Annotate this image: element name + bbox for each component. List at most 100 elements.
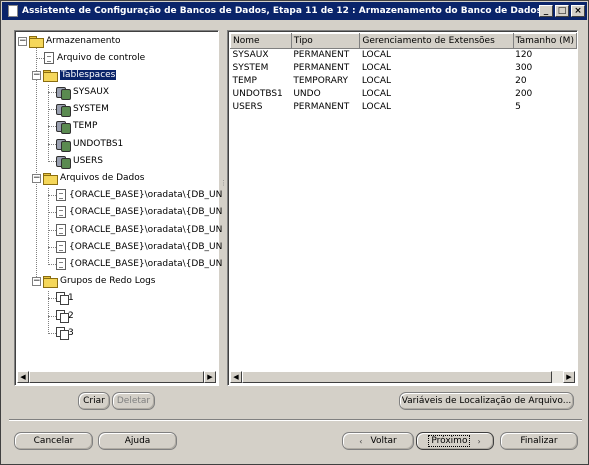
folder-icon — [43, 173, 58, 185]
footer-separator — [9, 419, 582, 421]
collapse-icon[interactable]: − — [32, 70, 41, 80]
cell-size: 120 — [515, 50, 533, 61]
tree-node-datafiles[interactable]: − Arquivos de Dados — [32, 171, 144, 185]
delete-button[interactable]: Deletar — [112, 392, 155, 410]
next-button[interactable]: Próximo › — [416, 432, 494, 450]
folder-icon — [43, 70, 58, 82]
tree-horizontal-scrollbar[interactable]: ◀ ▶ — [17, 371, 216, 383]
close-button[interactable]: × — [571, 5, 585, 17]
cell-extent-management: LOCAL — [361, 50, 392, 61]
tablespace-icon — [56, 138, 71, 152]
table-row[interactable]: USERS PERMANENT LOCAL 5 — [231, 101, 577, 114]
tree-node-redo-group[interactable]: 3 — [56, 326, 74, 340]
back-button-label: Voltar — [370, 436, 397, 446]
tree-node-datafile[interactable]: {ORACLE_BASE}\oradata\{DB_UN — [56, 223, 222, 237]
cell-size: 300 — [515, 63, 533, 73]
tree-node-redo-group[interactable]: 1 — [56, 291, 74, 305]
column-header-type[interactable]: Tipo — [290, 33, 361, 49]
wizard-window: Assistente de Configuração de Bancos de … — [0, 0, 589, 465]
collapse-icon[interactable]: − — [18, 36, 27, 46]
maximize-button[interactable]: □ — [555, 5, 569, 17]
cell-size: 200 — [515, 89, 533, 99]
scroll-track[interactable] — [242, 371, 563, 383]
tree-node-datafile[interactable]: {ORACLE_BASE}\oradata\{DB_UN — [56, 205, 222, 219]
table-row[interactable]: TEMP TEMPORARY LOCAL 20 — [231, 75, 577, 88]
table-header-row: Nome Tipo Gerenciamento de Extensões Tam… — [230, 33, 578, 49]
cell-name: UNDOTBS1 — [232, 89, 283, 99]
redo-log-icon — [56, 310, 69, 323]
cell-size: 5 — [515, 102, 521, 112]
table-row[interactable]: SYSAUX PERMANENT LOCAL 120 — [231, 49, 577, 62]
datafile-icon — [56, 258, 66, 270]
tree-node-datafile[interactable]: {ORACLE_BASE}\oradata\{DB_UN — [56, 257, 222, 271]
column-header-extent-management[interactable]: Gerenciamento de Extensões — [359, 33, 514, 49]
control-file-icon — [44, 52, 54, 64]
create-button[interactable]: Criar — [78, 392, 110, 410]
scroll-left-icon[interactable]: ◀ — [230, 371, 242, 383]
datafile-icon — [56, 224, 66, 236]
tree-node-tablespace[interactable]: SYSAUX — [56, 85, 109, 100]
scroll-right-icon[interactable]: ▶ — [204, 371, 216, 383]
tree-node-control-file[interactable]: Arquivo de controle — [44, 51, 145, 65]
title-bar: Assistente de Configuração de Bancos de … — [2, 2, 587, 20]
tablespace-icon — [56, 103, 71, 117]
cell-extent-management: LOCAL — [361, 89, 392, 99]
tree-node-tablespaces[interactable]: − Tablespaces — [32, 68, 118, 82]
app-icon — [5, 4, 19, 18]
back-button[interactable]: ‹ Voltar — [342, 432, 414, 450]
tablespace-icon — [56, 86, 71, 100]
tablespace-table: Nome Tipo Gerenciamento de Extensões Tam… — [230, 33, 578, 114]
cell-name: USERS — [232, 102, 263, 112]
datafile-icon — [56, 206, 66, 218]
tablespace-table-pane: Nome Tipo Gerenciamento de Extensões Tam… — [227, 30, 578, 386]
cell-extent-management: LOCAL — [361, 102, 392, 112]
column-header-name[interactable]: Nome — [230, 33, 292, 49]
table-horizontal-scrollbar[interactable]: ◀ ▶ — [230, 371, 575, 383]
cell-name: TEMP — [232, 76, 257, 86]
scroll-thumb[interactable] — [242, 371, 552, 383]
scroll-track[interactable] — [29, 371, 204, 383]
folder-icon — [29, 36, 44, 48]
storage-tree-pane[interactable]: − Armazenamento Arquivo de controle − Ta… — [14, 30, 222, 386]
tree-node-datafile[interactable]: {ORACLE_BASE}\oradata\{DB_UN — [56, 188, 222, 202]
scroll-thumb[interactable] — [29, 371, 204, 383]
pane-splitter[interactable]: ⋮ — [220, 180, 227, 201]
window-title: Assistente de Configuração de Bancos de … — [22, 6, 539, 16]
tree-node-redo-group[interactable]: 2 — [56, 309, 74, 323]
help-button[interactable]: Ajuda — [98, 432, 177, 450]
scroll-right-icon[interactable]: ▶ — [563, 371, 575, 383]
back-chevron-icon: ‹ — [359, 436, 363, 446]
tablespace-icon — [56, 155, 71, 169]
tree-node-redo-groups[interactable]: − Grupos de Redo Logs — [32, 274, 156, 288]
next-button-label: Próximo — [428, 435, 471, 447]
tablespace-icon — [56, 120, 71, 134]
datafile-icon — [56, 189, 66, 201]
tree-node-tablespace[interactable]: TEMP — [56, 119, 97, 134]
table-row[interactable]: SYSTEM PERMANENT LOCAL 300 — [231, 62, 577, 75]
cell-type: UNDO — [293, 89, 321, 99]
cell-extent-management: LOCAL — [361, 63, 392, 73]
tree-node-storage[interactable]: − Armazenamento — [18, 34, 121, 48]
scroll-left-icon[interactable]: ◀ — [17, 371, 29, 383]
redo-log-icon — [56, 292, 69, 305]
column-header-size[interactable]: Tamanho (M) — [512, 33, 578, 49]
minimize-button[interactable]: _ — [539, 5, 553, 17]
cell-name: SYSAUX — [232, 50, 269, 61]
collapse-icon[interactable]: − — [32, 276, 41, 286]
collapse-icon[interactable]: − — [32, 173, 41, 183]
tree-node-tablespace[interactable]: USERS — [56, 154, 103, 169]
table-row[interactable]: UNDOTBS1 UNDO LOCAL 200 — [231, 88, 577, 101]
tree-node-datafile[interactable]: {ORACLE_BASE}\oradata\{DB_UN — [56, 240, 222, 254]
cell-size: 20 — [515, 76, 527, 86]
finish-button[interactable]: Finalizar — [500, 432, 578, 450]
cell-type: PERMANENT — [293, 63, 350, 73]
redo-log-icon — [56, 327, 69, 340]
cell-name: SYSTEM — [232, 63, 269, 73]
file-location-variables-button[interactable]: Variáveis de Localização de Arquivo... — [399, 392, 574, 410]
next-chevron-icon: › — [477, 436, 481, 446]
tree-node-tablespace[interactable]: SYSTEM — [56, 102, 109, 117]
folder-icon — [43, 276, 58, 288]
cancel-button[interactable]: Cancelar — [14, 432, 93, 450]
tree-node-tablespace[interactable]: UNDOTBS1 — [56, 137, 123, 152]
datafile-icon — [56, 241, 66, 253]
